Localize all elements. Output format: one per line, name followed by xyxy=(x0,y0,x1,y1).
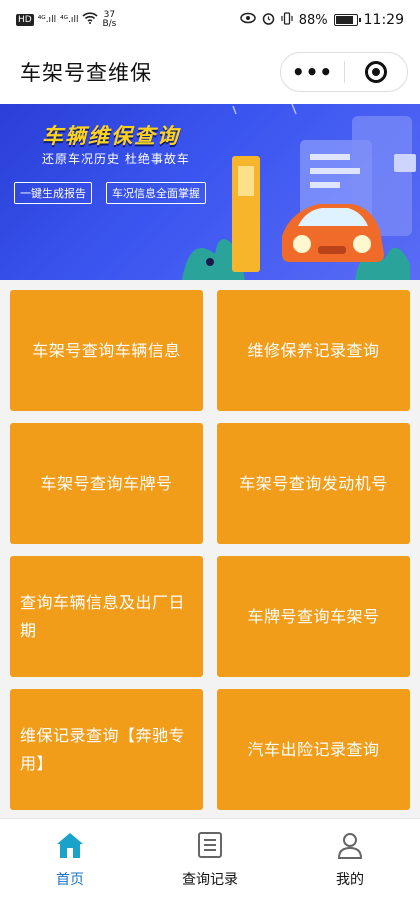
car-headlight xyxy=(293,235,311,253)
home-icon xyxy=(55,831,85,863)
page-title: 车架号查维保 xyxy=(20,61,152,85)
tab-records-label: 查询记录 xyxy=(182,872,238,888)
tab-home-label: 首页 xyxy=(56,872,84,888)
app-header: 车架号查维保 ••• xyxy=(0,40,420,104)
signal-icon: ⁴ᴳ.ıll xyxy=(37,15,57,25)
close-circle-icon xyxy=(364,61,387,83)
car-headlight-2 xyxy=(353,235,371,253)
banner-tag-report: 一键生成报告 xyxy=(14,182,92,204)
tab-mine[interactable]: 我的 xyxy=(280,819,420,898)
vibrate-icon xyxy=(281,11,293,29)
net-speed: 37 B/s xyxy=(102,10,117,29)
banner-subtitle: 还原车况历史 杜绝事故车 xyxy=(42,152,190,166)
eye-icon xyxy=(239,12,256,28)
service-card-plate-to-vin[interactable]: 车牌号查询车架号 xyxy=(217,556,410,677)
service-card-insurance-claims[interactable]: 汽车出险记录查询 xyxy=(217,689,410,810)
battery-fill xyxy=(335,16,353,24)
decor-dot xyxy=(206,258,214,266)
status-bar: HD ⁴ᴳ.ıll ⁴ᴳ.ıll 37 B/s 88% 11:29 xyxy=(0,0,420,40)
tab-mine-label: 我的 xyxy=(336,872,364,888)
wifi-icon xyxy=(82,12,99,28)
alarm-icon xyxy=(262,12,275,29)
signal-icon-2: ⁴ᴳ.ıll xyxy=(60,15,79,25)
mini-program-capsule: ••• xyxy=(280,52,408,92)
gas-pump-screen xyxy=(238,166,254,196)
decor-sparkle xyxy=(232,104,297,115)
close-button[interactable] xyxy=(345,61,407,83)
card-shape xyxy=(394,154,416,172)
banner-title: 车辆维保查询 xyxy=(42,124,180,148)
doc-line-2 xyxy=(310,168,360,174)
bottom-tab-bar: 首页 查询记录 我的 xyxy=(0,818,420,898)
service-card-benz-records[interactable]: 维保记录查询【奔驰专用】 xyxy=(10,689,203,810)
clock: 11:29 xyxy=(363,12,404,28)
battery-icon xyxy=(333,14,361,26)
service-card-vin-plate-number[interactable]: 车架号查询车牌号 xyxy=(10,423,203,544)
doc-line-3 xyxy=(310,182,340,188)
service-card-vin-vehicle-info[interactable]: 车架号查询车辆信息 xyxy=(10,290,203,411)
list-icon xyxy=(196,831,224,863)
more-menu-button[interactable]: ••• xyxy=(281,52,344,92)
service-grid: 车架号查询车辆信息 维修保养记录查询 车架号查询车牌号 车架号查询发动机号 查询… xyxy=(10,290,410,810)
service-card-maintenance-records[interactable]: 维修保养记录查询 xyxy=(217,290,410,411)
user-icon xyxy=(336,831,364,863)
car-grille xyxy=(318,246,346,254)
service-card-vin-engine-number[interactable]: 车架号查询发动机号 xyxy=(217,423,410,544)
hd-indicator: HD xyxy=(16,14,34,26)
tab-records[interactable]: 查询记录 xyxy=(140,819,280,898)
promo-banner[interactable]: 车辆维保查询 还原车况历史 杜绝事故车 一键生成报告 车况信息全面掌握 xyxy=(0,104,420,280)
tab-home[interactable]: 首页 xyxy=(0,819,140,898)
banner-tag-info: 车况信息全面掌握 xyxy=(106,182,206,204)
doc-line xyxy=(310,154,350,160)
service-card-vehicle-factory-date[interactable]: 查询车辆信息及出厂日期 xyxy=(10,556,203,677)
battery-percent: 88% xyxy=(298,12,328,28)
